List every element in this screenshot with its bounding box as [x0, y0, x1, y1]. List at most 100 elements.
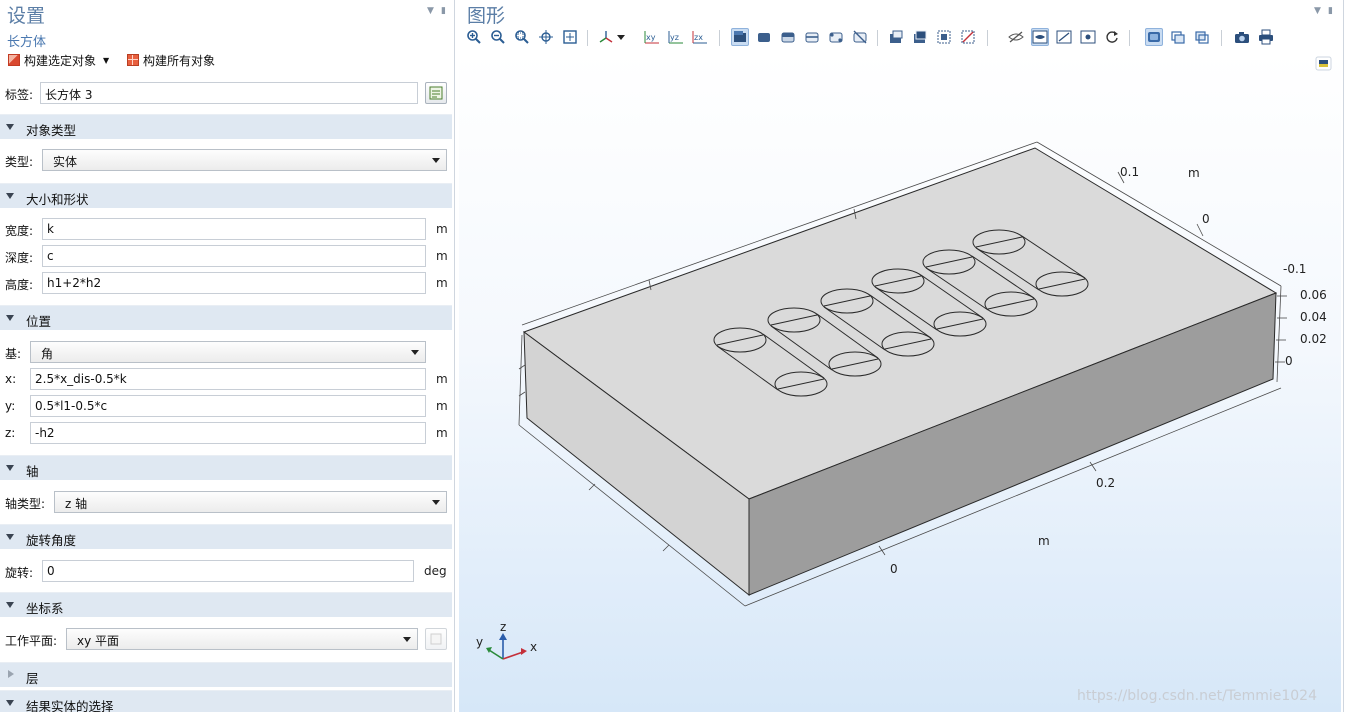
deselect-icon[interactable] — [851, 28, 869, 46]
panel-menu-icon[interactable]: ▼ — [427, 6, 434, 16]
workplane-select[interactable]: xy 平面 — [66, 628, 418, 650]
pin-icon[interactable]: ▮ — [1328, 6, 1333, 16]
type-select[interactable]: 实体 — [42, 149, 447, 171]
graphics-title: 图形 — [467, 5, 506, 27]
go-to-icon — [430, 633, 442, 645]
axis-label-front-02: 0.2 — [1096, 476, 1115, 490]
label-input[interactable]: 长方体 3 — [40, 82, 418, 104]
y-label: y: — [5, 399, 16, 413]
collapse-icon — [6, 465, 14, 471]
width-input[interactable]: k — [42, 218, 426, 240]
settings-panel: 设置 ▼ ▮ 长方体 构建选定对象 ▼ 构建所有对象 标签: 长方体 3 对象类… — [0, 0, 455, 712]
zoom-box-icon[interactable] — [513, 28, 531, 46]
triad-y-label: y — [476, 635, 483, 649]
y-input[interactable]: 0.5*l1-0.5*c — [30, 395, 426, 417]
print-icon[interactable] — [1257, 28, 1275, 46]
section-result-selection[interactable]: 结果实体的选择 — [0, 690, 452, 712]
section-coord-system[interactable]: 坐标系 — [0, 592, 452, 617]
unit-label: m — [436, 276, 448, 290]
section-size-shape[interactable]: 大小和形状 — [0, 183, 452, 208]
workplane-value: xy 平面 — [77, 634, 120, 648]
build-all-button[interactable]: 构建所有对象 — [127, 51, 215, 69]
view-xy-icon[interactable]: xy — [643, 28, 661, 46]
axis-label-front-0: 0 — [890, 562, 898, 576]
collapse-icon — [6, 124, 14, 130]
base-select[interactable]: 角 — [30, 341, 426, 363]
axis-type-select[interactable]: z 轴 — [54, 491, 447, 513]
base-label: 基: — [5, 347, 22, 361]
axis-label-z-0: 0 — [1285, 354, 1293, 368]
rotation-input[interactable]: 0 — [42, 560, 414, 582]
panel-menu-icon[interactable]: ▼ — [1314, 6, 1321, 16]
section-position[interactable]: 位置 — [0, 305, 452, 330]
depth-input[interactable]: c — [42, 245, 426, 267]
z-input[interactable]: -h2 — [30, 422, 426, 444]
camera-icon[interactable] — [1233, 28, 1251, 46]
expand-icon — [8, 670, 14, 678]
section-axis[interactable]: 轴 — [0, 455, 452, 480]
type-label: 类型: — [5, 155, 34, 169]
hide-selected-icon[interactable] — [1055, 28, 1073, 46]
view-zx-icon[interactable]: zx — [691, 28, 709, 46]
build-all-icon — [127, 54, 139, 66]
settings-title: 设置 — [7, 5, 46, 27]
section-title: 层 — [26, 671, 39, 686]
toolbar-separator — [1221, 30, 1222, 46]
zoom-out-icon[interactable] — [489, 28, 507, 46]
section-title: 位置 — [26, 314, 52, 329]
depth-label: 深度: — [5, 251, 34, 265]
rotation-row: 旋转: 0 deg — [0, 560, 452, 582]
geometry-canvas[interactable]: 0.1 m 0 -0.1 0.06 0.04 0.02 0 0.2 m 0 z … — [459, 52, 1341, 712]
workplane-goto-button[interactable] — [425, 628, 447, 650]
section-rotation[interactable]: 旋转角度 — [0, 524, 452, 549]
mesh-render-icon[interactable] — [1193, 28, 1211, 46]
clear-selection-icon[interactable] — [959, 28, 977, 46]
dropdown-arrow-icon — [411, 350, 419, 355]
zoom-in-icon[interactable] — [465, 28, 483, 46]
triad-z-label: z — [500, 620, 506, 634]
select-all-icon[interactable] — [911, 28, 929, 46]
select-boundary-icon[interactable] — [779, 28, 797, 46]
collapse-icon — [6, 193, 14, 199]
height-label: 高度: — [5, 278, 34, 292]
label-field-label: 标签: — [5, 88, 34, 102]
section-layers[interactable]: 层 — [0, 662, 452, 687]
show-all-icon[interactable] — [1079, 28, 1097, 46]
reset-view-icon[interactable] — [1103, 28, 1121, 46]
toolbar-separator — [1129, 30, 1130, 46]
select-object-icon[interactable] — [731, 28, 749, 46]
chevron-down-icon[interactable]: ▼ — [103, 56, 109, 65]
hide-icon[interactable] — [1007, 28, 1025, 46]
wireframe-icon[interactable] — [1169, 28, 1187, 46]
pin-icon[interactable]: ▮ — [441, 6, 446, 16]
chevron-down-icon[interactable] — [615, 28, 627, 46]
depth-row: 深度: c m — [0, 245, 452, 267]
selection-filter-icon[interactable] — [935, 28, 953, 46]
select-edge-icon[interactable] — [803, 28, 821, 46]
collapse-icon — [6, 534, 14, 540]
svg-text:xy: xy — [646, 33, 656, 42]
base-value: 角 — [41, 347, 54, 361]
dropdown-arrow-icon — [403, 637, 411, 642]
transparency-icon[interactable] — [1145, 28, 1163, 46]
graphics-viewport[interactable]: 0.1 m 0 -0.1 0.06 0.04 0.02 0 0.2 m 0 z … — [459, 52, 1341, 712]
section-object-type[interactable]: 对象类型 — [0, 114, 452, 139]
workplane-row: 工作平面: xy 平面 — [0, 628, 452, 650]
select-domain-icon[interactable] — [755, 28, 773, 46]
build-selected-button[interactable]: 构建选定对象 ▼ — [8, 51, 109, 69]
x-input[interactable]: 2.5*x_dis-0.5*k — [30, 368, 426, 390]
height-input[interactable]: h1+2*h2 — [42, 272, 426, 294]
right-panel-edge — [1343, 0, 1361, 712]
section-title: 对象类型 — [26, 123, 77, 138]
zoom-selected-icon[interactable] — [537, 28, 555, 46]
z-label: z: — [5, 426, 16, 440]
axis-type-row: 轴类型: z 轴 — [0, 491, 452, 513]
view-yz-icon[interactable]: yz — [667, 28, 685, 46]
select-point-icon[interactable] — [827, 28, 845, 46]
label-settings-button[interactable] — [425, 82, 447, 104]
view-axes-icon[interactable] — [597, 28, 615, 46]
select-box-icon[interactable] — [887, 28, 905, 46]
unit-label: m — [436, 372, 448, 386]
show-icon[interactable] — [1031, 28, 1049, 46]
zoom-extents-icon[interactable] — [561, 28, 579, 46]
